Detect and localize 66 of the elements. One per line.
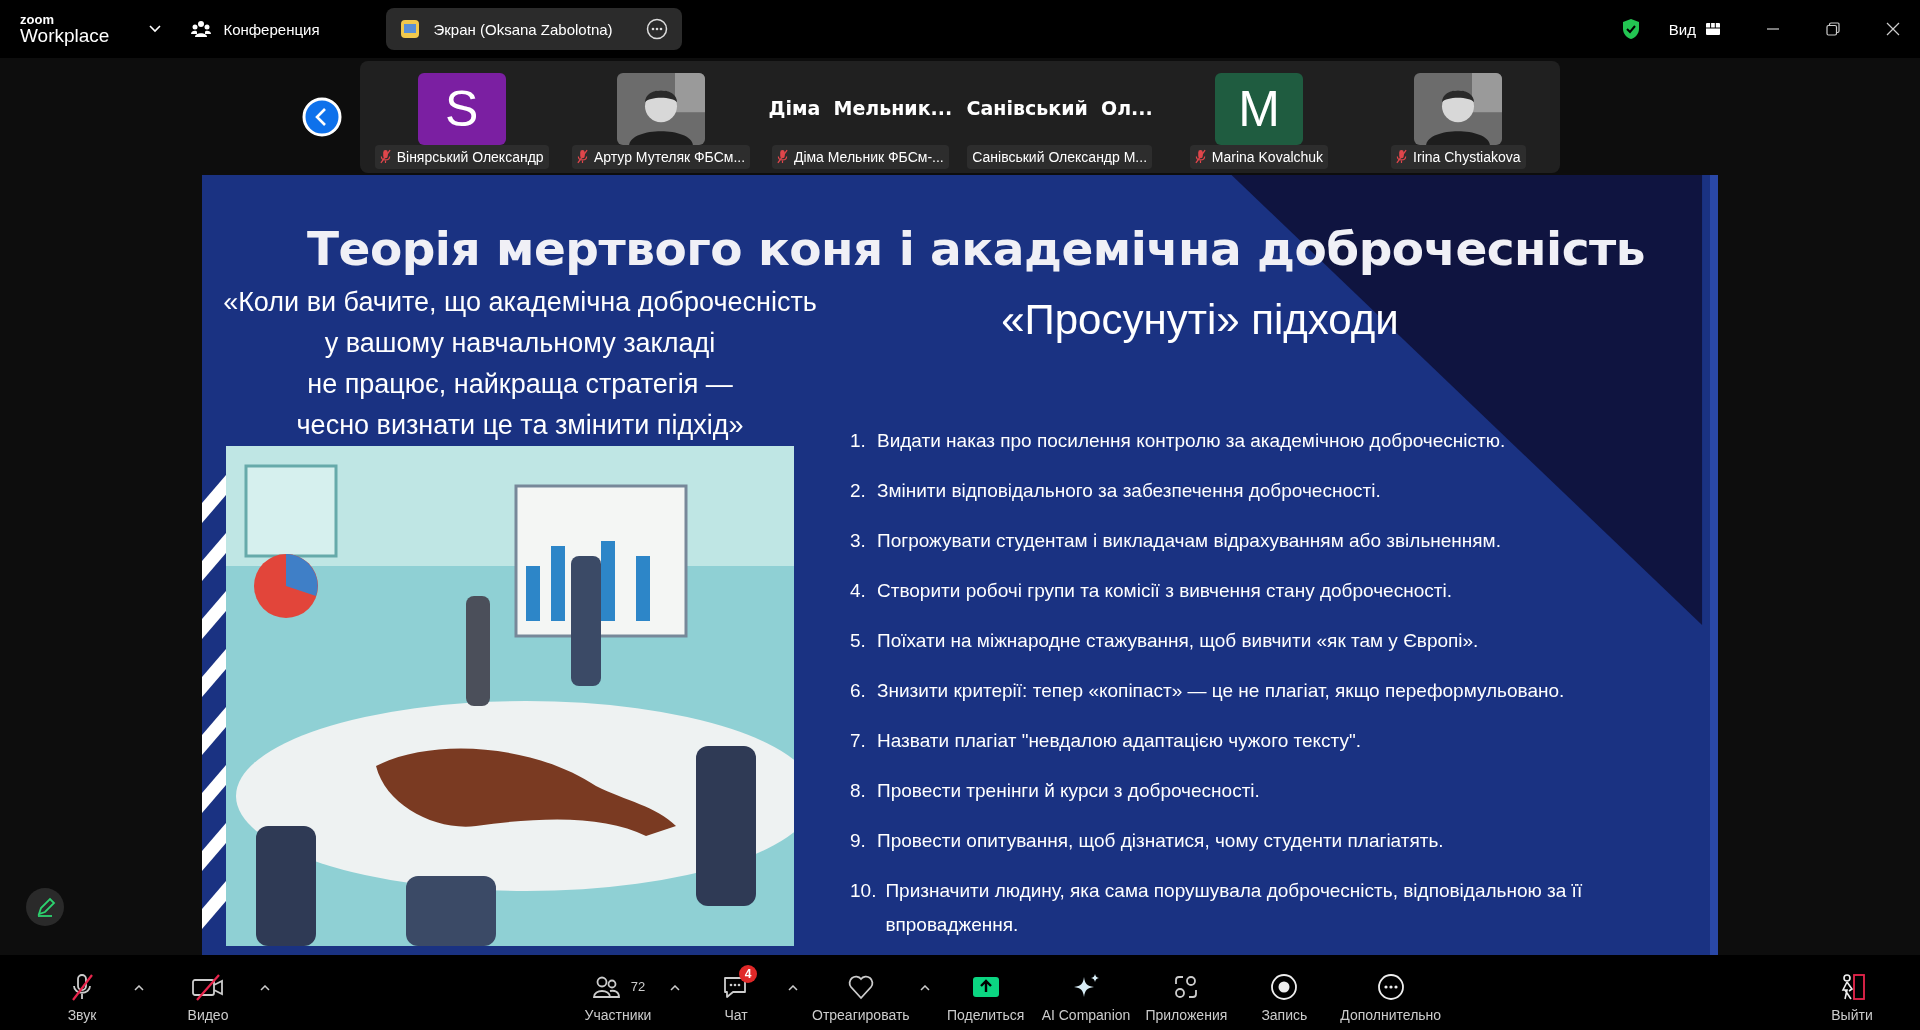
restore-icon[interactable] [1826,22,1840,36]
react-button[interactable]: Отреагировать [812,962,910,1023]
more-icon [1375,971,1406,1002]
list-number: 5. [850,629,867,653]
quote-text: «Коли ви бачите, що академічна доброчесність у вашому навчальному закладі не працює, найкраща стратегія — чесно визнати це та змінити підхід» [222,286,818,442]
participant-display-name: Діма Мельник... [768,96,953,119]
list-item-text: Провести опитування, щоб дізнатися, чому студенти плагіатять. [877,829,1445,853]
shield-check-icon[interactable] [1620,18,1641,40]
participant-name-tag: Irina Chystiakova [1391,145,1526,169]
list-number: 4. [850,579,867,603]
close-icon[interactable] [1886,22,1900,36]
record-icon [1269,971,1300,1002]
screen-thumbnail-icon [399,19,420,39]
list-item-text: Змінити відповідального за забезпечення доброчесності. [877,479,1382,503]
list-number: 8. [850,779,867,803]
list-number: 10. [850,879,877,903]
list-number: 1. [850,429,867,453]
pencil-button[interactable] [25,887,65,927]
list-item-text: Назвати плагіат "невдалою адаптацією чужого тексту". [877,729,1363,753]
caret-up-icon[interactable] [919,984,930,991]
participant-name-tag: Вінярський Олександр [374,145,549,169]
mic-button[interactable]: Звук [40,962,124,1023]
participant-name-tag: Санівський Олександр М... [967,144,1153,169]
list-item-text: Видати наказ про посилення контролю за академічною доброчесністю. [877,429,1507,453]
slide-subheading: «Просунуті» підходи [1000,296,1400,344]
list-number: 6. [850,679,867,703]
chat-button[interactable]: 4 Чат [694,962,778,1023]
share-button[interactable]: Поделиться [943,962,1028,1023]
participant-name-tag: Артур Мутеляк ФБСм... [571,145,751,169]
people-icon [191,20,212,38]
caret-up-icon[interactable] [260,984,270,991]
avatar-tile: M [1214,72,1303,145]
chevron-down-icon[interactable] [149,25,162,33]
participant-name-tag: Marina Kovalchuk [1189,145,1329,169]
list-item-text: Створити робочі групи та комісії з вивчення стану доброчесності. [877,579,1453,603]
apps-button[interactable]: Приложения [1144,962,1229,1023]
list-item-text: Поїхати на міжнародне стажування, щоб вивчити «як там у Європі». [877,629,1480,653]
view-button[interactable]: Вид [1668,20,1720,38]
more-icon[interactable] [645,18,668,40]
avatar-tile: S [417,72,506,145]
leave-button[interactable]: Выйти [1810,962,1894,1023]
list-number: 9. [850,829,867,853]
caret-up-icon[interactable] [788,984,798,991]
record-button[interactable]: Запись [1242,962,1327,1023]
meeting-button[interactable]: Конференция [191,20,320,38]
list-number: 2. [850,479,867,503]
caret-up-icon[interactable] [134,984,144,991]
caret-up-icon[interactable] [670,984,680,991]
list-item-text: Знизити критерії: тепер «копіпаст» — це не плагіат, якщо переформульовано. [877,679,1566,703]
slide-title: Теорія мертвого коня і академічна доброчесність [306,221,1646,276]
participant-display-name: Санівський Ол... [966,96,1153,119]
list-number: 7. [850,729,867,753]
screen-share-pill[interactable]: Экран (Oksana Zabolotna) [385,8,682,50]
list-item-text: Призначити людину, яка сама порушувала доброчесність, відповідальною за її впровадження. [885,879,1584,937]
list-item-text: Провести тренінги й курси з доброчесності. [877,779,1261,803]
video-button[interactable]: Видео [166,962,250,1023]
grid-icon [1706,23,1720,35]
list-number: 3. [850,529,867,553]
back-arrow-button[interactable] [302,96,342,137]
list-item-text: Погрожувати студентам і викладачам відрахуванням або звільненням. [877,529,1502,553]
unread-badge: 4 [739,964,757,983]
more-button[interactable]: Дополнительно [1340,962,1442,1023]
participant-name-tag: Діма Мельник ФБСм-... [771,144,949,169]
participants-button[interactable]: 72 Участники [576,962,660,1023]
zoom-logo: zoom Workplace [20,13,110,45]
ai-button[interactable]: AI Companion [1041,962,1131,1023]
